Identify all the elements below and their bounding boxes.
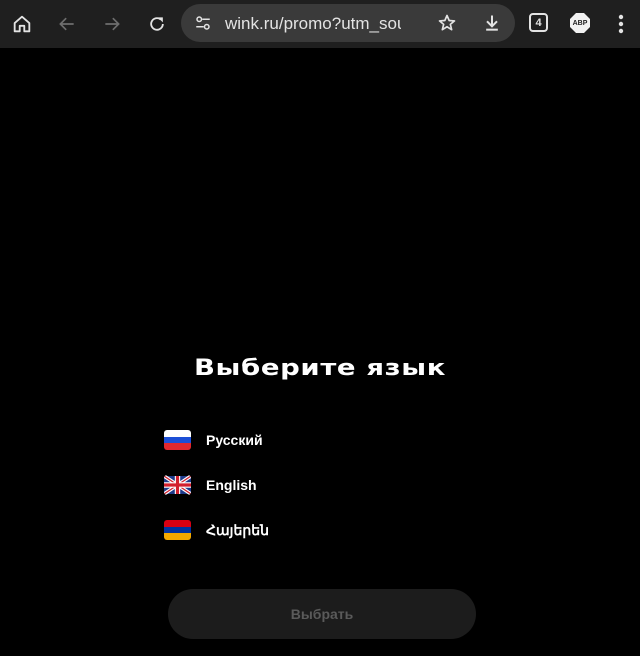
- language-label: English: [206, 477, 257, 493]
- language-label: Հայերեն: [206, 521, 269, 538]
- browser-menu-button[interactable]: [610, 12, 632, 36]
- url-text[interactable]: wink.ru/promo?utm_sourc: [225, 13, 401, 35]
- forward-arrow-icon: [105, 17, 120, 31]
- tab-switcher-button[interactable]: 4: [529, 13, 548, 32]
- back-button[interactable]: [47, 4, 87, 44]
- page-title: Выберите язык: [193, 356, 447, 381]
- language-label: Русский: [206, 432, 263, 448]
- adblock-label: ABP: [572, 19, 588, 27]
- language-option-english[interactable]: English: [164, 473, 364, 497]
- armenia-flag-icon: [164, 520, 191, 540]
- home-button[interactable]: [2, 4, 42, 44]
- adblock-extension-button[interactable]: ABP: [569, 12, 591, 34]
- language-option-armenian[interactable]: Հայերեն: [164, 518, 364, 542]
- select-language-button[interactable]: Выбрать: [168, 589, 476, 639]
- download-icon[interactable]: [480, 11, 504, 35]
- russia-flag-icon: [164, 430, 191, 450]
- reload-button[interactable]: [137, 4, 177, 44]
- uk-flag-icon: [164, 475, 191, 495]
- bookmark-star-icon[interactable]: [435, 11, 459, 35]
- home-icon: [13, 15, 31, 33]
- language-option-russian[interactable]: Русский: [164, 428, 364, 452]
- back-arrow-icon: [59, 17, 74, 31]
- address-bar[interactable]: wink.ru/promo?utm_sourc: [181, 4, 515, 42]
- forward-button[interactable]: [92, 4, 132, 44]
- more-vertical-icon: [618, 14, 624, 34]
- reload-icon: [150, 17, 164, 31]
- site-settings-icon[interactable]: [193, 13, 213, 33]
- browser-toolbar: wink.ru/promo?utm_sourc 4 ABP: [0, 0, 640, 48]
